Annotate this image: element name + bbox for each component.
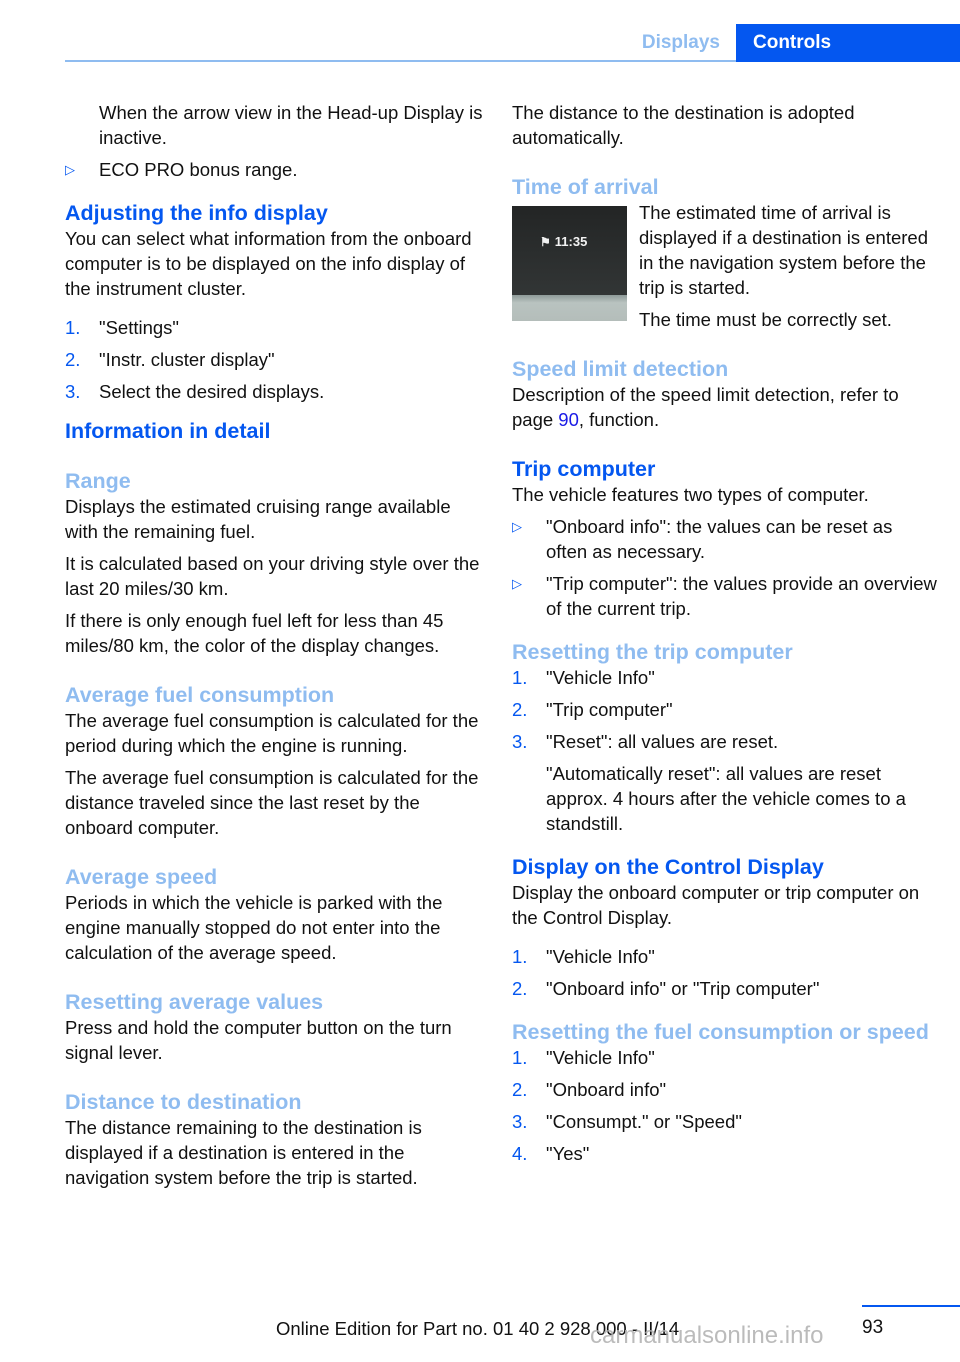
paragraph: The distance remaining to the destinatio…	[65, 1117, 422, 1188]
list-item-note: "Automatically reset": all values are re…	[546, 763, 906, 834]
section-title: Information in detail	[65, 419, 271, 443]
triangle-bullet-icon: ▷	[65, 162, 75, 177]
section-title: Adjusting the info display	[65, 201, 328, 225]
list-item: ▷ ECO PRO bonus range.	[65, 159, 298, 180]
paragraph: It is calculated based on your driving s…	[65, 553, 480, 599]
subsection-title: Average fuel consumption	[65, 683, 335, 707]
paragraph: Press and hold the computer button on th…	[65, 1017, 452, 1063]
tab-controls[interactable]: Controls	[736, 24, 960, 62]
list-item: 4. "Yes"	[512, 1143, 590, 1164]
steps-list: 1. "Vehicle Info" 2. "Onboard info" or "Tr…	[512, 944, 937, 1001]
steps-list: 1. "Vehicle Info" 2. "Onboard info" 3. "Con…	[512, 1045, 937, 1166]
list-item: 2. "Instr. cluster display"	[65, 349, 275, 370]
arrival-time-display-image: ⚑ 11:35	[512, 206, 627, 321]
list-item: ▷ "Trip computer": the values provide an …	[512, 573, 937, 619]
subsection-title: Resetting the fuel consumption or speed	[512, 1020, 929, 1044]
list-item: 3. "Reset": all values are reset.	[512, 731, 779, 752]
footer-rule	[862, 1305, 960, 1307]
paragraph: The vehicle features two types of comput…	[512, 484, 869, 505]
watermark: carmanualsonline.info	[590, 1322, 824, 1349]
left-column: When the arrow view in the Head-up Displ…	[65, 100, 485, 1197]
destination-flag-icon: ⚑	[540, 235, 551, 249]
paragraph: The estimated time of arrival is display…	[639, 202, 928, 298]
section-title: Display on the Control Display	[512, 855, 824, 879]
triangle-bullet-icon: ▷	[512, 576, 522, 591]
list-item: 1. "Vehicle Info"	[512, 946, 655, 967]
section-title: Trip computer	[512, 457, 656, 481]
list-item: When the arrow view in the Head-up Displ…	[65, 100, 485, 150]
triangle-bullet-icon: ▷	[512, 519, 522, 534]
paragraph: The average fuel consumption is calculat…	[65, 710, 479, 756]
intro-continuation: When the arrow view in the Head-up Displ…	[99, 102, 483, 148]
paragraph: The average fuel consumption is calculat…	[65, 767, 479, 838]
paragraph: If there is only enough fuel left for le…	[65, 610, 444, 656]
list-item: 3. Select the desired displays.	[65, 381, 325, 402]
subsection-title: Resetting average values	[65, 990, 324, 1014]
subsection-title: Distance to destination	[65, 1090, 302, 1114]
bullet-list: ▷ "Onboard info": the values can be reset…	[512, 514, 937, 621]
paragraph: You can select what information from the…	[65, 228, 472, 299]
page-link[interactable]: 90	[558, 409, 579, 430]
tab-displays[interactable]: Displays	[620, 24, 736, 62]
list-item: 2. "Onboard info"	[512, 1079, 667, 1100]
paragraph: The distance to the destination is adopt…	[512, 102, 855, 148]
paragraph: Displays the estimated cruising range av…	[65, 496, 451, 542]
list-item: 2. "Trip computer"	[512, 699, 673, 720]
subsection-title: Range	[65, 469, 131, 493]
paragraph: Description of the speed limit detection…	[512, 384, 899, 430]
subsection-title: Resetting the trip computer	[512, 640, 793, 664]
list-item: 2. "Onboard info" or "Trip computer"	[512, 978, 820, 999]
page-number: 93	[862, 1317, 884, 1338]
paragraph: Display the onboard computer or trip com…	[512, 882, 920, 928]
subsection-title: Time of arrival	[512, 175, 659, 199]
paragraph: The time must be correctly set.	[639, 309, 892, 330]
subsection-title: Speed limit detection	[512, 357, 729, 381]
list-item: 1. "Vehicle Info"	[512, 1047, 655, 1068]
right-column: The distance to the destination is adopt…	[512, 100, 937, 1173]
list-item: 1. "Settings"	[65, 317, 179, 338]
paragraph: Periods in which the vehicle is parked w…	[65, 892, 443, 963]
arrival-block: ⚑ 11:35 The estimated time of arrival is …	[512, 200, 937, 332]
steps-list: 1. "Settings" 2. "Instr. cluster display" …	[65, 315, 485, 404]
subsection-title: Average speed	[65, 865, 218, 889]
steps-list: 1. "Vehicle Info" 2. "Trip computer" 3. "Re…	[512, 665, 937, 836]
list-item: 1. "Vehicle Info"	[512, 667, 655, 688]
list-item: 3. "Consumpt." or "Speed"	[512, 1111, 742, 1132]
list-item: ▷ "Onboard info": the values can be reset…	[512, 516, 893, 562]
